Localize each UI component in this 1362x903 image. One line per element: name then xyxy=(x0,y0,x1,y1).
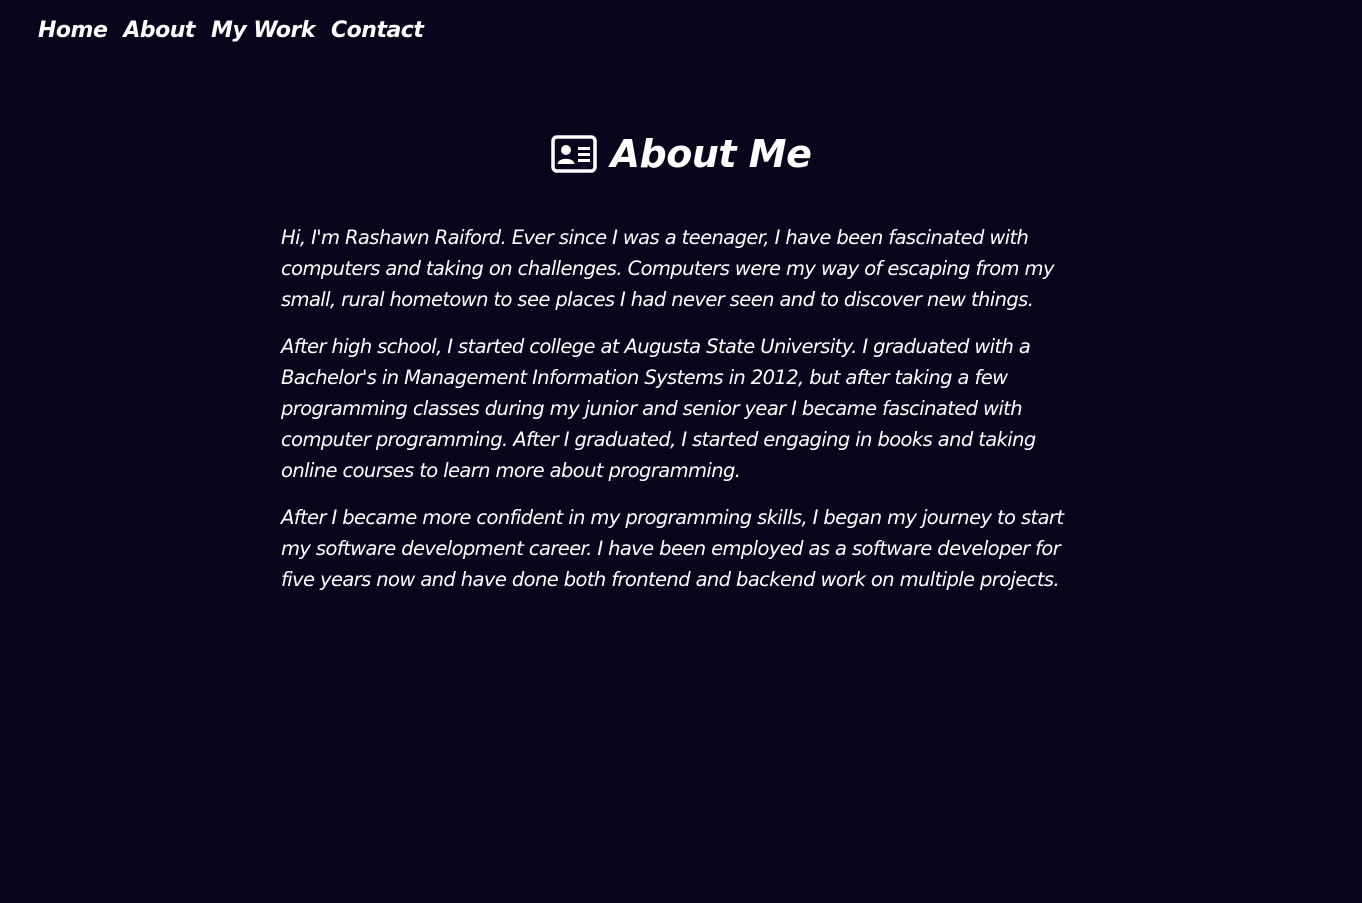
about-paragraph-1: Hi, I'm Rashawn Raiford. Ever since I wa… xyxy=(281,226,1054,311)
nav-link-home[interactable]: Home xyxy=(38,18,108,43)
nav-link-my-work[interactable]: My Work xyxy=(211,18,316,43)
about-content: Hi, I'm Rashawn Raiford. Ever since I wa… xyxy=(281,222,1081,611)
about-paragraph-2: After high school, I started college at … xyxy=(281,335,1036,482)
page-title: About Me xyxy=(610,132,812,176)
page: Home About My Work Contact About Me Hi, … xyxy=(0,0,1362,903)
top-nav: Home About My Work Contact xyxy=(38,18,424,43)
about-paragraph-3: After I became more confident in my prog… xyxy=(281,506,1064,591)
nav-link-about[interactable]: About xyxy=(123,18,195,43)
nav-link-contact[interactable]: Contact xyxy=(331,18,424,43)
page-heading: About Me xyxy=(0,132,1362,176)
id-card-icon xyxy=(550,135,597,173)
